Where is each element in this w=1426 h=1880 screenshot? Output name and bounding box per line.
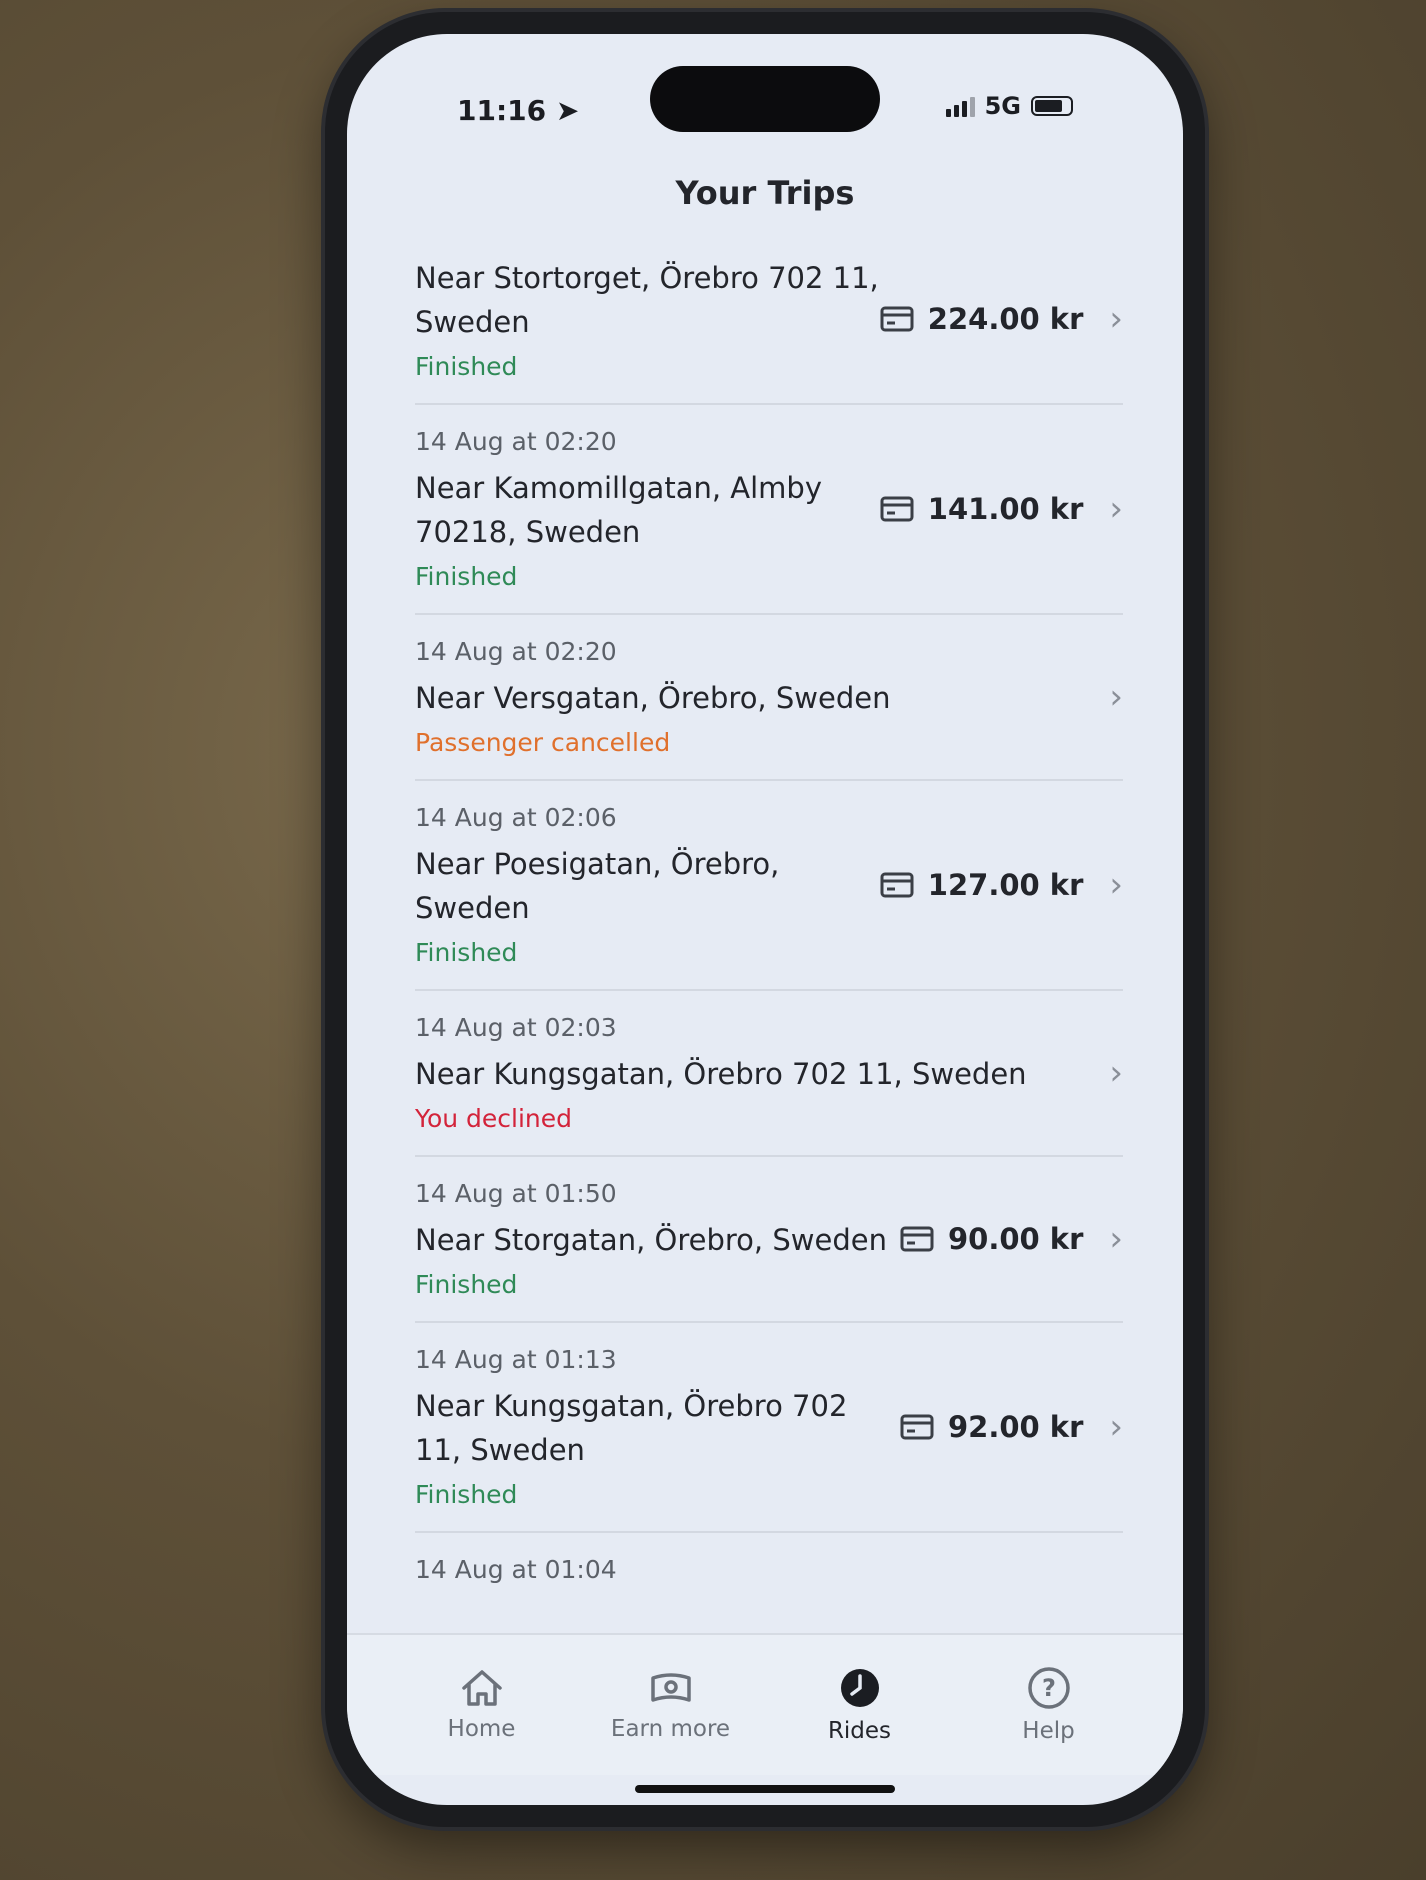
cellular-signal-icon	[945, 95, 975, 117]
phone-screen: 11:16 ➤ 5G Your Trips Near Stortorget, Ö…	[347, 34, 1183, 1805]
trip-row[interactable]: 14 Aug at 02:03 Near Kungsgatan, Örebro 7…	[415, 991, 1123, 1157]
trip-fare: 90.00 kr	[947, 1222, 1084, 1256]
trip-details: 14 Aug at 02:03 Near Kungsgatan, Örebro 7…	[415, 1013, 1097, 1133]
chevron-right-icon: ›	[1109, 1219, 1123, 1259]
card-icon	[880, 496, 914, 522]
trip-details: 14 Aug at 01:13 Near Kungsgatan, Örebro 7…	[415, 1345, 900, 1509]
trip-details: Near Stortorget, Örebro 702 11, Sweden Fi…	[415, 256, 880, 381]
trip-status: Finished	[415, 1270, 518, 1299]
chevron-right-icon: ›	[1109, 489, 1123, 529]
chevron-right-icon: ›	[1109, 677, 1123, 717]
trip-fare-area: 127.00 kr ›	[880, 865, 1123, 905]
svg-text:?: ?	[1042, 1674, 1056, 1702]
trip-date: 14 Aug at 01:13	[415, 1345, 617, 1374]
trip-row[interactable]: 14 Aug at 02:20 Near Kamomillgatan, Almby…	[415, 405, 1123, 615]
trip-fare: 141.00 kr	[927, 492, 1084, 526]
trip-fare-area: 92.00 kr ›	[900, 1407, 1123, 1447]
trip-status: Passenger cancelled	[415, 728, 671, 757]
trip-row[interactable]: 14 Aug at 02:06 Near Poesigatan, Örebro, …	[415, 781, 1123, 991]
tab-rides[interactable]: Rides	[790, 1666, 930, 1744]
trip-date: 14 Aug at 02:03	[415, 1013, 617, 1042]
home-indicator[interactable]	[635, 1785, 895, 1793]
network-type: 5G	[984, 92, 1021, 120]
trip-row[interactable]: 14 Aug at 01:50 Near Storgatan, Örebro, S…	[415, 1157, 1123, 1323]
trip-status: Finished	[415, 562, 518, 591]
tab-home[interactable]: Home	[412, 1668, 552, 1742]
trip-fare: 92.00 kr	[947, 1410, 1084, 1444]
clock-icon	[840, 1669, 879, 1707]
trip-date: 14 Aug at 02:20	[415, 427, 617, 456]
chevron-right-icon: ›	[1109, 1053, 1123, 1093]
trip-status: You declined	[415, 1104, 573, 1133]
dynamic-island	[650, 66, 880, 132]
chevron-right-icon: ›	[1109, 865, 1123, 905]
status-time-text: 11:16	[457, 94, 547, 127]
trip-fare-area: 141.00 kr ›	[880, 489, 1123, 529]
trip-date: 14 Aug at 01:50	[415, 1179, 617, 1208]
trip-address: Near Kamomillgatan, Almby 70218, Sweden	[415, 471, 822, 549]
trip-date: 14 Aug at 02:06	[415, 803, 617, 832]
status-indicators: 5G	[945, 92, 1073, 120]
card-icon	[900, 1414, 934, 1440]
trip-fare-area: ›	[1097, 1053, 1123, 1093]
location-arrow-icon: ➤	[555, 94, 580, 127]
trip-fare-area: 90.00 kr ›	[900, 1219, 1123, 1259]
trip-details: 14 Aug at 01:04	[415, 1555, 1123, 1594]
trip-status: Finished	[415, 1480, 518, 1509]
chevron-right-icon: ›	[1109, 1407, 1123, 1447]
trip-details: 14 Aug at 02:20 Near Kamomillgatan, Almby…	[415, 427, 880, 591]
tab-help[interactable]: ? Help	[979, 1666, 1119, 1744]
trip-fare-area: 224.00 kr ›	[880, 299, 1123, 339]
trip-address: Near Kungsgatan, Örebro 702 11, Sweden	[415, 1389, 848, 1467]
phone-frame: 11:16 ➤ 5G Your Trips Near Stortorget, Ö…	[325, 12, 1205, 1827]
trip-status: Finished	[415, 352, 518, 381]
trip-address: Near Poesigatan, Örebro, Sweden	[415, 847, 780, 925]
trip-address: Near Storgatan, Örebro, Sweden	[415, 1223, 887, 1257]
page-title: Your Trips	[675, 174, 855, 212]
tab-bar: Home Earn more Rides ? Help	[347, 1633, 1183, 1775]
card-icon	[880, 872, 914, 898]
trip-details: 14 Aug at 01:50 Near Storgatan, Örebro, S…	[415, 1179, 900, 1299]
trip-fare: 224.00 kr	[927, 301, 1084, 336]
trip-fare: 127.00 kr	[927, 868, 1084, 902]
trip-address: Near Kungsgatan, Örebro 702 11, Sweden	[415, 1057, 1027, 1091]
trip-row[interactable]: 14 Aug at 01:04	[415, 1533, 1123, 1616]
status-time: 11:16 ➤	[457, 94, 579, 127]
trip-details: 14 Aug at 02:06 Near Poesigatan, Örebro, …	[415, 803, 880, 967]
chevron-right-icon: ›	[1109, 298, 1123, 339]
tab-home-label: Home	[447, 1716, 516, 1742]
trip-address: Near Stortorget, Örebro 702 11, Sweden	[415, 261, 879, 339]
tab-help-label: Help	[1022, 1718, 1075, 1744]
trip-status: Finished	[415, 938, 518, 967]
tab-earn-more[interactable]: Earn more	[601, 1668, 741, 1742]
trip-address: Near Versgatan, Örebro, Sweden	[415, 681, 891, 715]
trip-date: 14 Aug at 02:20	[415, 637, 617, 666]
help-icon: ?	[1027, 1667, 1070, 1709]
trip-list[interactable]: Near Stortorget, Örebro 702 11, Sweden Fi…	[347, 234, 1183, 1616]
battery-icon	[1031, 96, 1073, 116]
trip-details: 14 Aug at 02:20 Near Versgatan, Örebro, S…	[415, 637, 1097, 757]
home-icon	[461, 1670, 502, 1706]
trip-row[interactable]: 14 Aug at 02:20 Near Versgatan, Örebro, S…	[415, 615, 1123, 781]
trip-date: 14 Aug at 01:04	[415, 1555, 617, 1584]
trip-row[interactable]: 14 Aug at 01:13 Near Kungsgatan, Örebro 7…	[415, 1323, 1123, 1533]
tab-earn-more-label: Earn more	[610, 1716, 731, 1742]
card-icon	[880, 306, 914, 331]
trip-fare-area: ›	[1097, 677, 1123, 717]
card-icon	[900, 1226, 934, 1252]
tab-rides-label: Rides	[827, 1718, 892, 1744]
trip-row[interactable]: Near Stortorget, Örebro 702 11, Sweden Fi…	[415, 234, 1123, 405]
money-icon	[650, 1673, 691, 1702]
